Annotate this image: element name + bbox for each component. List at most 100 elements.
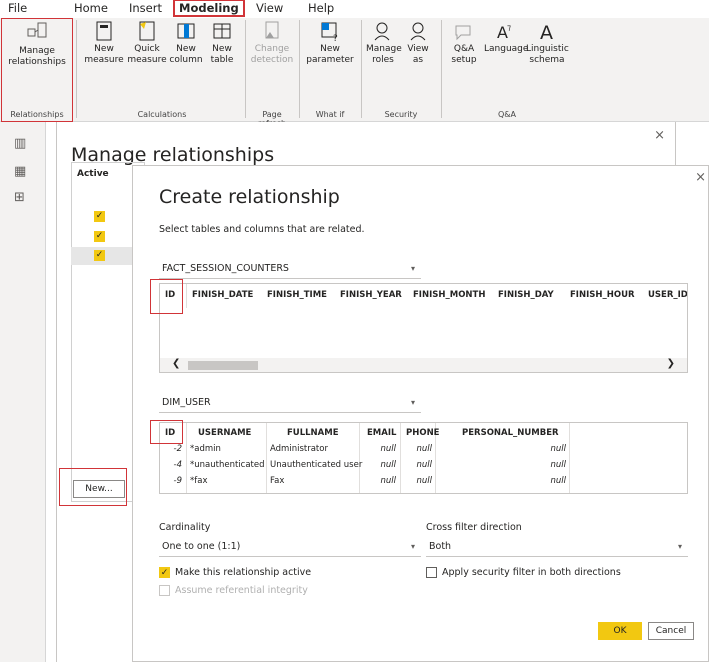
table2-column[interactable]: PERSONAL_NUMBER — [462, 428, 559, 438]
table2-column[interactable]: FULLNAME — [287, 428, 339, 438]
new-measure-button[interactable]: New measure — [84, 20, 124, 66]
change-detection-icon — [265, 21, 279, 39]
menu-file[interactable]: File — [8, 1, 27, 15]
chevron-down-icon: ▾ — [410, 264, 415, 273]
data-view-icon[interactable]: ▦ — [14, 164, 26, 179]
ribbon-separator — [76, 20, 77, 118]
parameter-icon: ? — [321, 22, 338, 42]
table2-column[interactable]: PHONE — [406, 428, 440, 438]
new-table-label: New table — [210, 44, 234, 65]
table1-column[interactable]: FINISH_DATE — [192, 290, 253, 300]
new-parameter-button[interactable]: ? New parameter — [304, 20, 356, 66]
table2-cell: null — [550, 476, 567, 486]
new-table-button[interactable]: New table — [205, 20, 239, 66]
apply-security-checkbox[interactable] — [426, 567, 437, 578]
new-relationship-button[interactable]: New... — [73, 480, 125, 498]
change-detection-button[interactable]: Change detection — [249, 20, 295, 66]
cross-filter-value: Both — [429, 541, 452, 552]
create-close-icon[interactable]: × — [695, 170, 706, 185]
table2-select[interactable]: DIM_USER ▾ — [159, 395, 421, 413]
chevron-down-icon: ▾ — [677, 542, 682, 551]
svg-text:A: A — [540, 22, 553, 42]
manage-relationships-icon — [27, 22, 47, 38]
table2-cell: null — [550, 460, 567, 470]
create-relationship-dialog: Create relationship × Select tables and … — [132, 165, 709, 662]
table2-cell: Unauthenticated user — [270, 460, 363, 470]
quick-measure-button[interactable]: Quick measure — [127, 20, 167, 66]
manage-roles-button[interactable]: Manage roles — [366, 20, 402, 66]
table2-cell: null — [550, 444, 567, 454]
table2-cell: null — [380, 460, 397, 470]
table2-cell: Administrator — [270, 444, 328, 454]
quick-measure-label: Quick measure — [127, 44, 167, 65]
new-measure-label: New measure — [84, 44, 124, 65]
qa-setup-button[interactable]: Q&A setup — [446, 20, 482, 66]
table1-select[interactable]: FACT_SESSION_COUNTERS ▾ — [159, 261, 421, 279]
linguistic-schema-icon: A — [540, 22, 553, 42]
ribbon-separator — [361, 20, 362, 118]
manage-roles-label: Manage roles — [366, 44, 402, 65]
cardinality-select[interactable]: One to one (1:1) ▾ — [159, 539, 421, 557]
scrollbar-thumb[interactable] — [188, 361, 258, 370]
manage-relationships-label: Manage relationships — [8, 46, 66, 67]
column-separator — [186, 284, 187, 308]
table1-column[interactable]: FINISH_YEAR — [340, 290, 402, 300]
manage-close-icon[interactable]: × — [654, 128, 665, 143]
table2-cell: *admin — [190, 444, 221, 454]
table2-column[interactable]: USERNAME — [198, 428, 251, 438]
table2-cell: null — [416, 476, 433, 486]
scroll-left-icon[interactable]: ❮ — [172, 358, 180, 369]
manage-relationships-button[interactable]: Manage relationships — [4, 20, 70, 68]
menu-insert[interactable]: Insert — [129, 1, 162, 15]
cross-filter-select[interactable]: Both ▾ — [426, 539, 688, 557]
assume-integrity-checkbox[interactable] — [159, 585, 170, 596]
cancel-button[interactable]: Cancel — [648, 622, 694, 640]
report-view-icon[interactable]: ▥ — [14, 136, 26, 151]
active-checkbox[interactable]: ✓ — [94, 250, 105, 261]
table2-column[interactable]: EMAIL — [367, 428, 396, 438]
menu-help[interactable]: Help — [308, 1, 334, 15]
ok-button[interactable]: OK — [598, 622, 642, 640]
quick-measure-icon — [139, 21, 155, 41]
new-column-button[interactable]: New column — [168, 20, 204, 66]
column-separator — [569, 423, 570, 493]
new-parameter-label: New parameter — [306, 44, 354, 65]
table1-column[interactable]: FINISH_TIME — [267, 290, 327, 300]
menu-home[interactable]: Home — [74, 1, 108, 15]
table1-column[interactable]: FINISH_DAY — [498, 290, 554, 300]
app-window: File Home Insert Modeling View Help Mana… — [0, 0, 709, 662]
group-qa: Q&A — [497, 110, 516, 119]
table1-column[interactable]: FINISH_HOUR — [570, 290, 635, 300]
linguistic-schema-button[interactable]: A Linguistic schema — [526, 20, 569, 66]
table2-cell: -2 — [173, 444, 182, 454]
make-active-checkbox[interactable]: ✓ — [159, 567, 170, 578]
model-view-icon[interactable]: ⊞ — [14, 190, 25, 205]
column-separator — [266, 423, 267, 493]
linguistic-schema-label: Linguistic schema — [526, 44, 569, 65]
group-relationships: Relationships — [10, 110, 64, 119]
active-checkbox[interactable]: ✓ — [94, 231, 105, 242]
svg-text:?: ? — [333, 34, 338, 42]
chevron-down-icon: ▾ — [410, 398, 415, 407]
language-button[interactable]: A ⁊ Language — [484, 20, 529, 55]
roles-icon — [374, 22, 390, 41]
view-as-button[interactable]: View as — [402, 20, 434, 66]
menu-modeling[interactable]: Modeling — [173, 0, 245, 17]
menu-view[interactable]: View — [256, 1, 283, 15]
table2-cell: -9 — [173, 476, 182, 486]
qa-setup-label: Q&A setup — [451, 44, 477, 65]
table2-cell: -4 — [173, 460, 182, 470]
language-label: Language — [484, 44, 529, 54]
active-checkbox[interactable]: ✓ — [94, 211, 105, 222]
new-table-icon — [213, 23, 231, 39]
table2-cell: null — [416, 444, 433, 454]
language-icon: A ⁊ — [497, 23, 511, 42]
table1-column[interactable]: FINISH_MONTH — [413, 290, 485, 300]
group-calculations: Calculations — [137, 110, 187, 119]
table1-column[interactable]: USER_ID — [648, 290, 687, 300]
scroll-right-icon[interactable]: ❯ — [667, 358, 675, 369]
table1-horizontal-scrollbar[interactable]: ❮ ❯ — [160, 358, 687, 372]
view-as-icon — [410, 22, 426, 41]
menu-bar: File Home Insert Modeling View Help — [0, 0, 709, 18]
ribbon: Manage relationships Relationships New m… — [0, 18, 709, 128]
